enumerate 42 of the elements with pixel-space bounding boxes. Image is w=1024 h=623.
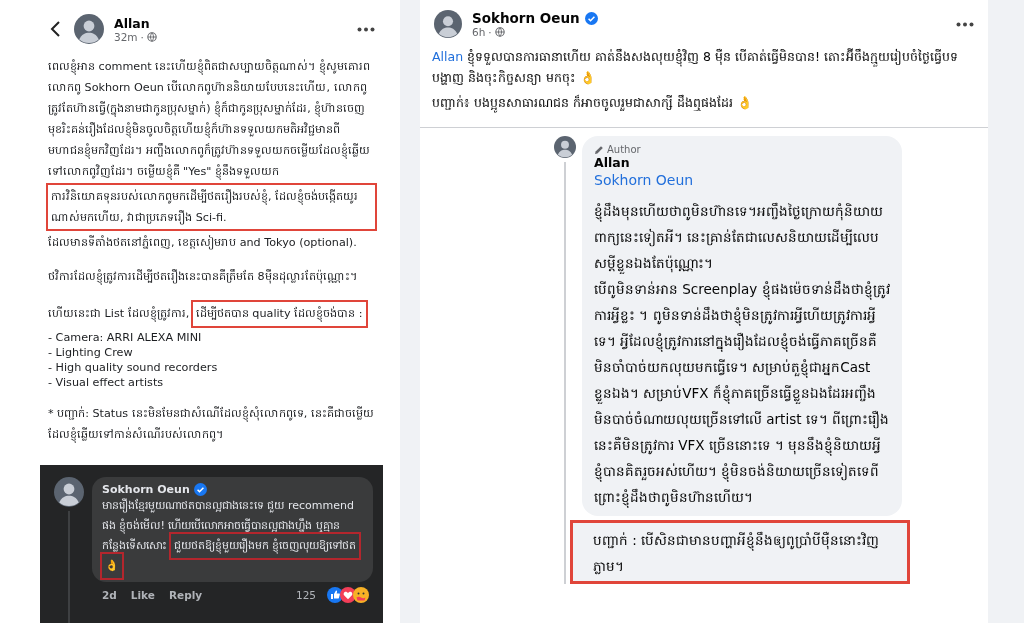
- care-reaction-icon: [353, 587, 369, 603]
- post-time: 32m: [114, 30, 138, 43]
- post-text: ដែលមានទីតាំងថតនៅភ្នំពេញ, ខេត្តសៀមរាប and Tokyo (optional).: [48, 234, 358, 252]
- mention-link[interactable]: Allan: [432, 49, 464, 64]
- post-text: ថវិការដែលខ្ញុំត្រូវការដើម្បីថតរឿងនេះបានគឺត្រឹមតែ 8ម៉ឺនដុល្លារតែប៉ុណ្ណោះ។: [48, 268, 358, 287]
- post-text: ពេលខ្ញុំអាន comment នេះហើយខ្ញុំពិតជាសប្បាយចិត្តណាស់។ ខ្ញុំសូមគោរពលោកពូ Sokhorn Oeun បើលោកពូហ៊ាននិយាយបែបនេះហើយ, លោកពូត្រូវតែហ៊ានធ្វើ(ក្នុងនាមជាកូនប្រុសម្នាក់) ខ្ញុំក៏ជាកូនប្រុសម្នាក់ដែរ, ខ្ញុំហ៊ានចេញមុខរិះគន់រឿងដែលខ្ញុំមិនចូលចិត្តហើយខ្ញុំក៏ហ៊ានទទួលយកមតិអវិជ្ជមានពីមហាជនខ្ញុំមកវិញដែរ។ អញ្ចឹងលោកពូក៏ត្រូវហ៊ានទទួលយកចម្លើយដែលខ្ញុំឆ្លើយទៅលោកពូវិញដែរ។ ចម្លើយខ្ញុំគឺ "Yes" ខ្ញុំនឹងទទួលយក: [48, 58, 371, 182]
- reaction-count[interactable]: 125: [295, 589, 316, 601]
- globe-icon: [494, 27, 505, 37]
- pencil-icon: [594, 144, 604, 155]
- post-text: - Lighting Crew: [48, 345, 134, 360]
- comment-action-link[interactable]: Reply: [168, 589, 203, 601]
- avatar[interactable]: [74, 14, 104, 44]
- verified-badge-icon: [584, 11, 598, 25]
- author-name[interactable]: Allan: [114, 15, 347, 31]
- post-text: Allan ខ្ញុំទទួលបានការធានាហើយ គាត់នឹងសងលុយខ្ញុំវិញ 8 ម៉ឺន បើគាត់ធ្វើមិនបាន! តោះអ៊ីចឹងក្មួយរៀបចំថ្ងៃធ្វើបទបង្ហាញ និងចុះកិច្ចសន្យា មកចុះ 👌: [432, 47, 959, 88]
- post-text: * បញ្ជាក់: Status នេះមិនមែនជាសំណើដែលខ្ញុំសុំលោកពូទេ, នេះគឺជាចម្លើយដែលខ្ញុំឆ្លើយទៅកាន់សំណើរបស់លោកពូ។: [48, 405, 375, 445]
- mention-link[interactable]: Sokhorn Oeun: [594, 172, 694, 188]
- post-text: - Camera: ARRI ALEXA MINI: [48, 330, 203, 345]
- replier-name[interactable]: Allan: [594, 155, 890, 170]
- separator: ·: [140, 30, 144, 43]
- author-name[interactable]: Sokhorn Oeun: [472, 10, 580, 26]
- more-options-icon[interactable]: [357, 26, 375, 32]
- avatar[interactable]: [54, 477, 84, 507]
- post-text: បញ្ជាក់៖ បងប្អូនសាធារណជន ក៏អាចចូលរួមជាសាក្សី ដឹងឮផងដែរ 👌: [432, 92, 974, 113]
- globe-icon: [146, 31, 157, 42]
- post-text: - Visual effect artists: [48, 375, 165, 390]
- comment-action-link[interactable]: Like: [130, 589, 155, 601]
- verified-badge-icon: [193, 483, 207, 496]
- separator: ·: [488, 26, 492, 38]
- note-text: បញ្ជាក់ : បើសិនជាមានបញ្ហាអីខ្ញុំនឹងឲ្យពូប្រាំបីម៉ឺននោះវិញភ្លាម។: [570, 520, 910, 584]
- avatar[interactable]: [554, 136, 576, 158]
- post-text: - High quality sound recorders: [48, 360, 219, 375]
- post-text: បើពូមិនទាន់អាន Screenplay ខ្ញុំផងម៉េចទាន់ដឹងថាខ្ញុំត្រូវការអ្វីខ្លះ ។ ពូមិនទាន់ដឹងថាខ្ញុំមិនត្រូវការអ្វីហើយត្រូវការអ្វីទេ។ អ្វីដែលខ្ញុំត្រូវការនៅក្នុងរឿងដែលខ្ញុំចង់ធ្វើភាគច្រើនគឺមិនចាំបាច់យកលុយមកធ្វើទេ។ សម្រាប់តួខ្ញុំជាអ្នកCast ខ្លួនឯង។ សម្រាប់VFX ក៏ខ្ញុំភាគច្រើនធ្វើខ្លួនឯងដែរអញ្ចឹងមិនបាច់ចំណាយលុយច្រើនទៅលើ artist ទេ។ ពីព្រោះរឿងនេះគឺមិនត្រូវការ VFX ច្រើននោះទេ ។ មុននឹងខ្ញុំនិយាយអ្វីខ្ញុំបានគិតរួចអស់ហើយ។ ខ្ញុំមិនចង់និយាយច្រើនទៀតទេពីព្រោះខ្ញុំដឹងថាពូមិនហ៊ានហើយ។: [594, 276, 890, 510]
- post-text: ការវិនិយោគទុនរបស់លោកពូមកដើម្បីថតរឿងរបស់ខ្ញុំ, ដែលខ្ញុំចង់បង្កើតយូរណាស់មកហើយ, វាជាប្រភេទរឿង Sci-fi.: [48, 185, 375, 229]
- avatar[interactable]: [434, 10, 462, 38]
- post-time: 6h: [472, 26, 486, 38]
- post-text: ហើយនេះជា List ដែលខ្ញុំត្រូវការ, ដើម្បីថតបាន quality ដែលខ្ញុំចង់បាន :: [48, 300, 375, 330]
- post-text: ខ្ញុំដឹងមុនហើយថាពូមិនហ៊ានទេ។អញ្ចឹងថ្ងៃក្រោយកុំនិយាយពាក្យនេះទៀតអី។ នេះគ្រាន់តែជាលេសនិយាយដើម្បីលេបសម្ដីខ្លួនឯងតែប៉ុណ្ណោះ។: [594, 198, 890, 276]
- author-label: Author: [607, 144, 641, 155]
- commenter-name[interactable]: Sokhorn Oeun: [102, 483, 190, 496]
- comment-time: 2d: [102, 589, 117, 601]
- more-options-icon[interactable]: [956, 21, 974, 27]
